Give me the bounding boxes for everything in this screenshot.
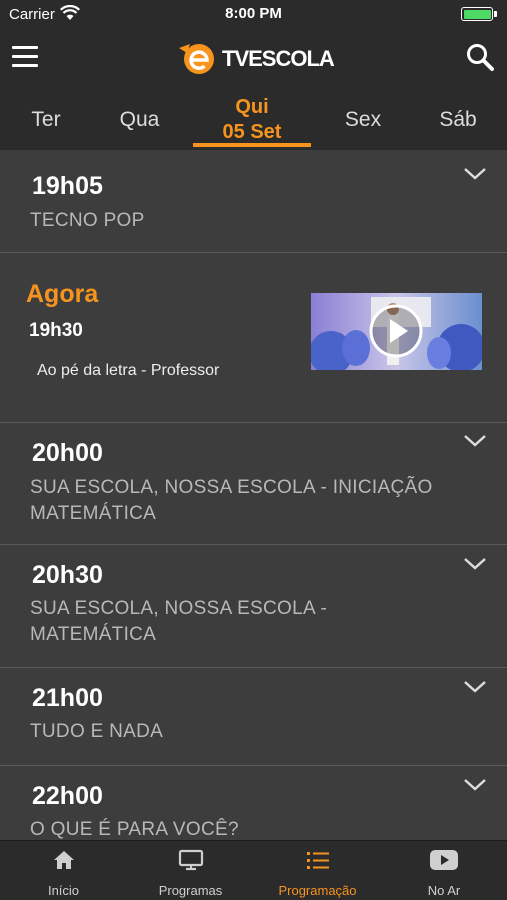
day-tabs: Ter Qua Qui 05 Set Sex Sáb	[0, 90, 507, 150]
chevron-down-icon[interactable]	[463, 434, 487, 448]
logo-e-icon	[179, 44, 214, 74]
chevron-down-icon[interactable]	[463, 778, 487, 792]
day-tab-label: Qua	[119, 108, 160, 131]
tab-label: Programas	[158, 883, 223, 898]
status-time: 8:00 PM	[225, 5, 282, 22]
chevron-down-icon[interactable]	[463, 680, 487, 694]
tab-programas[interactable]: Programas	[127, 841, 254, 900]
tv-icon	[178, 849, 203, 871]
chevron-down-icon[interactable]	[463, 557, 487, 571]
list-icon	[306, 852, 329, 869]
battery-tip	[494, 11, 497, 17]
schedule-time: 19h30	[29, 320, 83, 341]
tab-label: Início	[47, 883, 80, 898]
day-tab-label: Sex	[344, 108, 382, 131]
tab-qua[interactable]: Qua	[92, 90, 187, 150]
status-bar: Carrier 8:00 PM	[0, 0, 507, 30]
schedule-time: 21h00	[32, 684, 103, 712]
play-video-icon	[430, 850, 458, 870]
tab-label: No Ar	[427, 883, 461, 898]
schedule-item[interactable]: 22h00 O QUE É PARA VOCÊ?	[0, 766, 507, 840]
tab-sex[interactable]: Sex	[317, 90, 409, 150]
tab-ter[interactable]: Ter	[0, 90, 92, 150]
home-icon	[53, 851, 74, 869]
day-tab-date: 05 Set	[222, 121, 282, 143]
bottom-tab-bar: Início Programas Programação No Ar	[0, 840, 507, 900]
hamburger-menu-icon[interactable]	[12, 46, 38, 68]
day-tab-label: Sáb	[439, 108, 477, 131]
schedule-title: Ao pé da letra - Professor	[37, 362, 220, 379]
tab-label: Programação	[278, 883, 357, 898]
schedule-item[interactable]: 19h05 TECNO POP	[0, 150, 507, 253]
day-tab-label: Qui	[235, 96, 269, 118]
live-video-thumbnail[interactable]	[311, 293, 482, 370]
schedule-title: SUA ESCOLA, NOSSA ESCOLA - MATEMÁTICA	[30, 598, 328, 645]
header: TVESCOLA	[0, 30, 507, 90]
schedule-item[interactable]: 20h00 SUA ESCOLA, NOSSA ESCOLA - INICIAÇ…	[0, 423, 507, 545]
schedule-time: 20h30	[32, 561, 103, 589]
tab-no-ar[interactable]: No Ar	[381, 841, 507, 900]
schedule-time: 20h00	[32, 439, 103, 467]
play-icon[interactable]	[368, 303, 424, 359]
battery-icon	[461, 7, 493, 21]
day-tab-label: Ter	[31, 108, 61, 131]
schedule-title: SUA ESCOLA, NOSSA ESCOLA - INICIAÇÃO MAT…	[30, 477, 433, 524]
schedule-item-now[interactable]: Agora 19h30 Ao pé da letra - Professor	[0, 253, 507, 423]
schedule-list[interactable]: 19h05 TECNO POP Agora 19h30 Ao pé da let…	[0, 150, 507, 840]
tv-escola-logo: TVESCOLA	[177, 40, 337, 76]
schedule-title: TECNO POP	[30, 210, 145, 231]
tab-inicio[interactable]: Início	[0, 841, 127, 900]
tab-programacao[interactable]: Programação	[254, 841, 381, 900]
chevron-down-icon[interactable]	[463, 167, 487, 181]
schedule-item[interactable]: 21h00 TUDO E NADA	[0, 668, 507, 766]
logo-text: TVESCOLA	[222, 46, 335, 71]
tab-qui[interactable]: Qui 05 Set	[193, 90, 311, 150]
search-icon[interactable]	[465, 42, 495, 72]
schedule-title: TUDO E NADA	[30, 721, 164, 742]
tab-sab[interactable]: Sáb	[412, 90, 504, 150]
schedule-time: 22h00	[32, 782, 103, 810]
schedule-time: 19h05	[32, 172, 103, 200]
schedule-item[interactable]: 20h30 SUA ESCOLA, NOSSA ESCOLA - MATEMÁT…	[0, 545, 507, 668]
active-tab-indicator	[193, 143, 311, 147]
schedule-title: O QUE É PARA VOCÊ?	[30, 819, 239, 840]
now-label: Agora	[26, 280, 99, 308]
